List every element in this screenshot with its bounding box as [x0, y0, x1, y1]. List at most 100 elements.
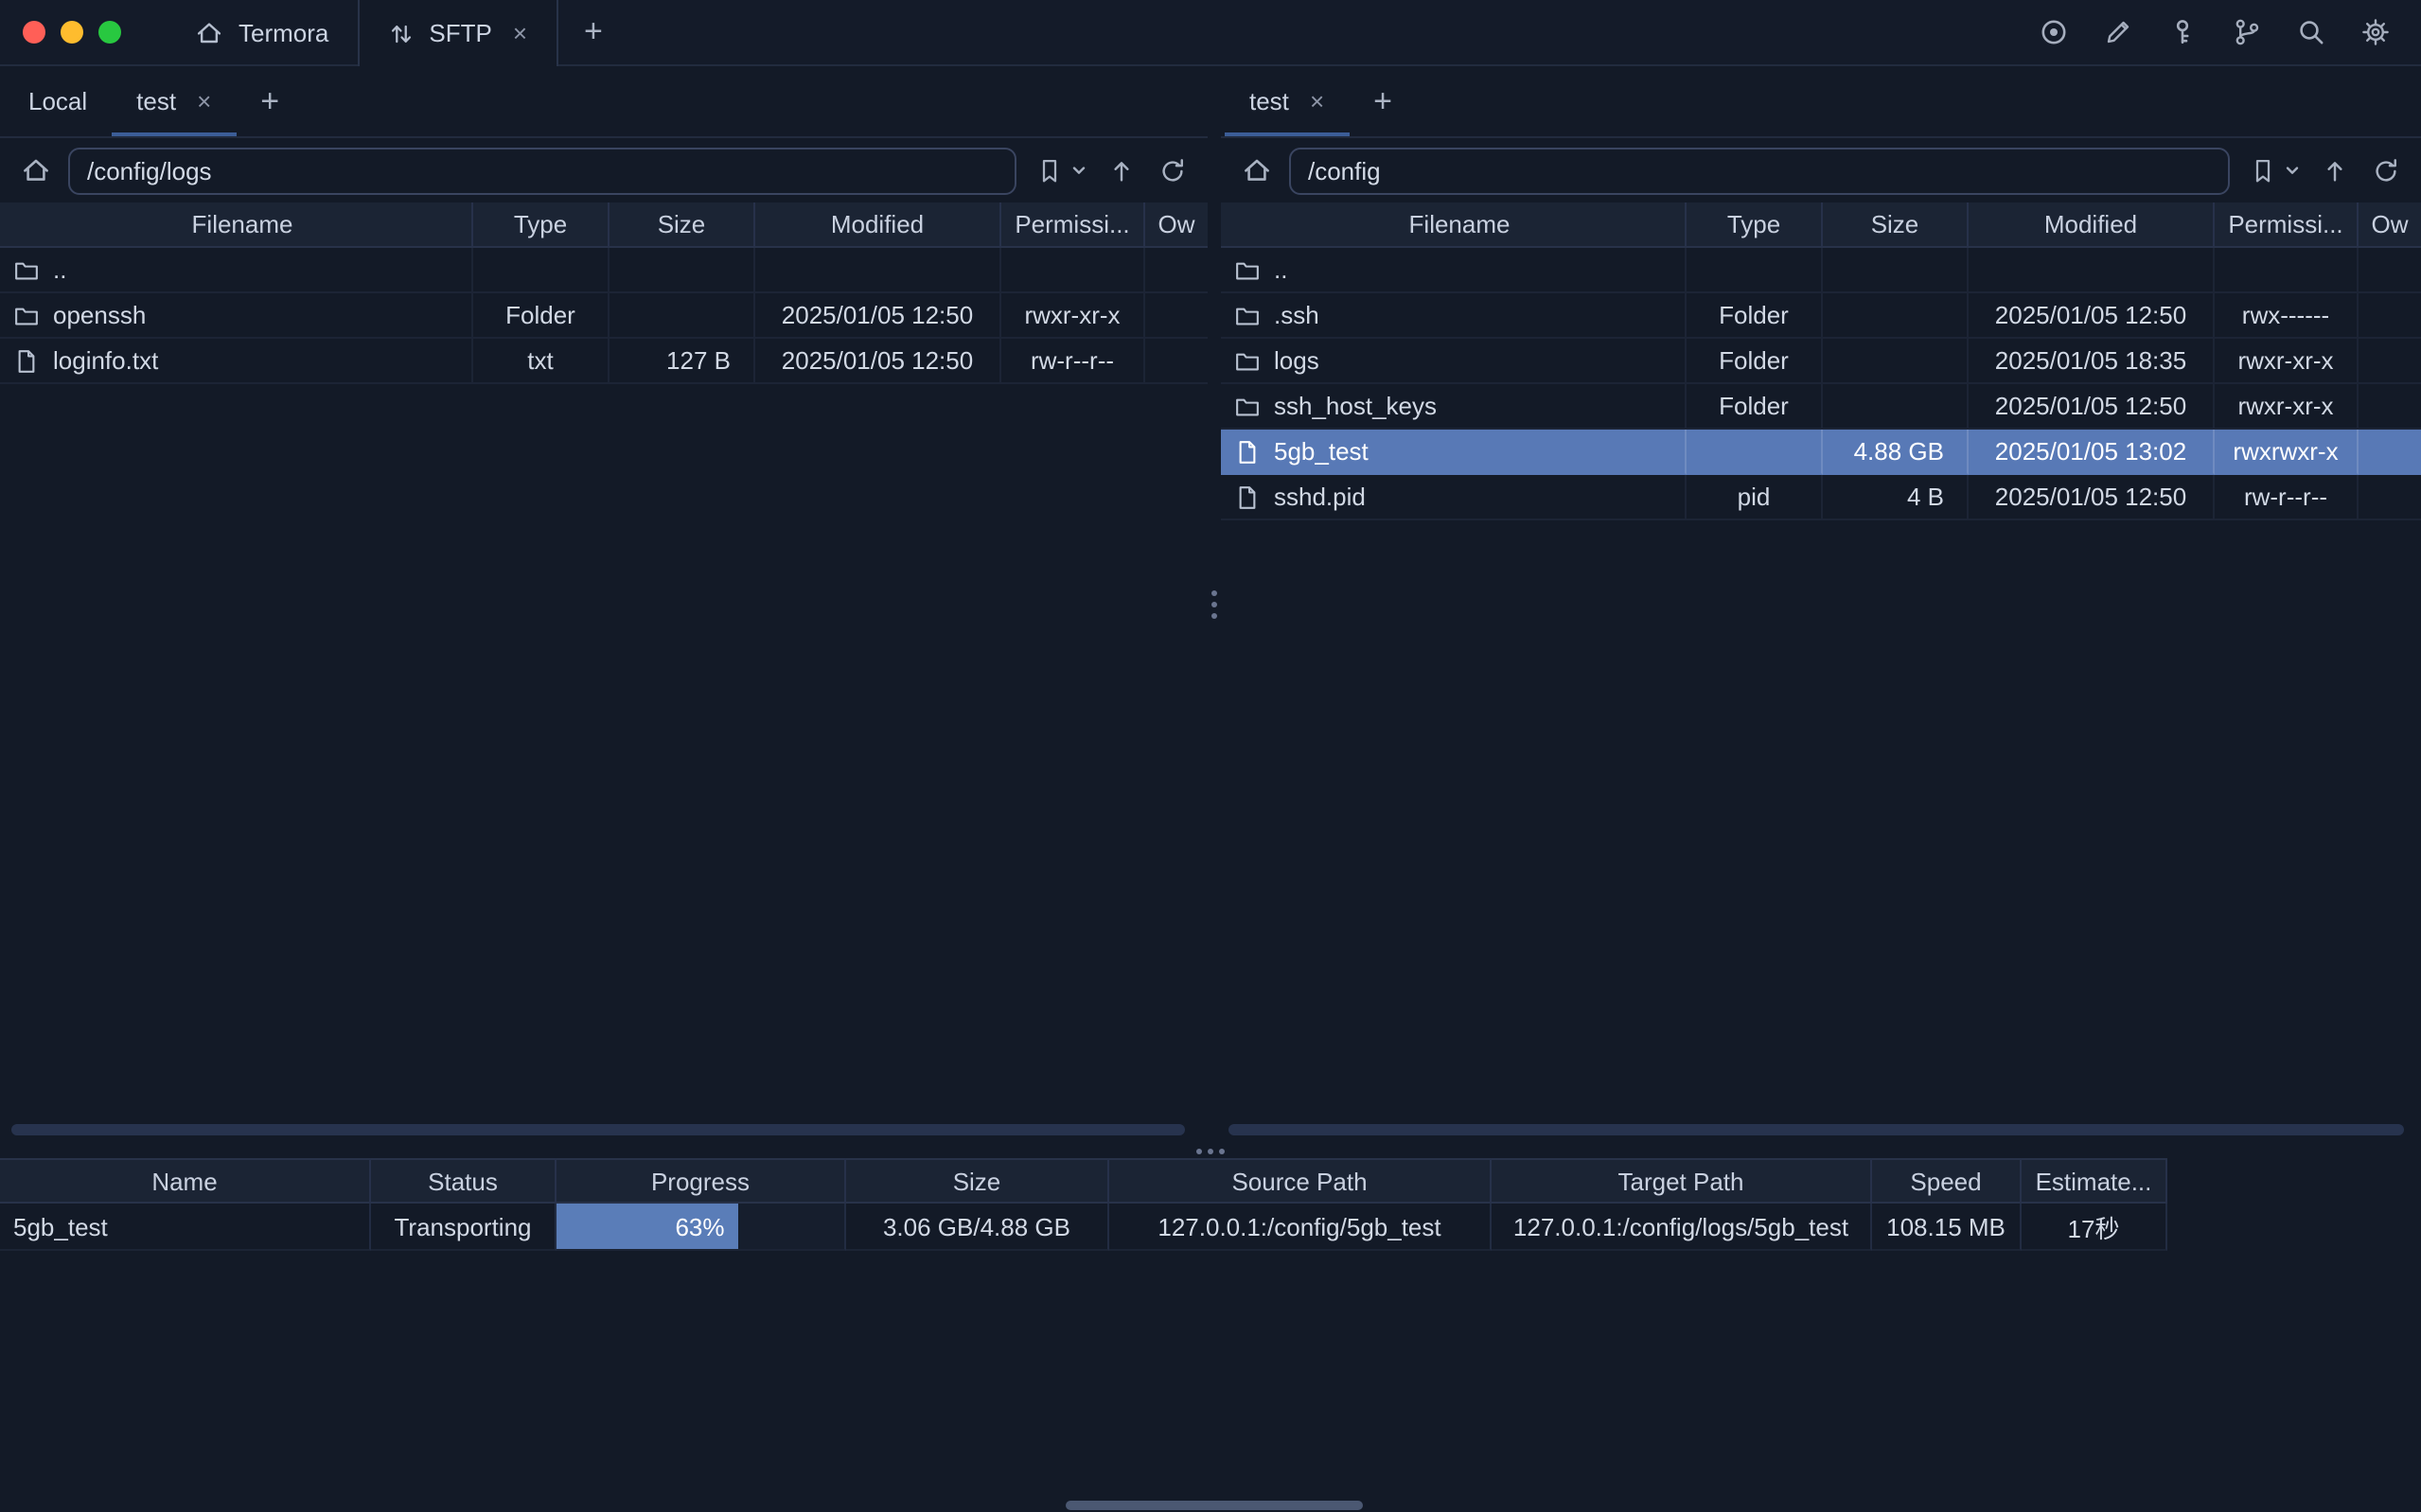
tab-sftp[interactable]: SFTP × [357, 0, 557, 66]
file-name: sshd.pid [1274, 483, 1366, 511]
path-input[interactable] [68, 147, 1016, 194]
home-button[interactable] [1238, 151, 1276, 189]
record-button[interactable] [2037, 15, 2071, 49]
refresh-button[interactable] [2366, 151, 2404, 189]
close-icon[interactable]: × [1310, 89, 1324, 114]
file-row[interactable]: .. [0, 248, 1208, 293]
type-cell: Folder [473, 293, 610, 339]
size-cell: 4.88 GB [1823, 430, 1969, 475]
horizontal-scrollbar[interactable] [1228, 1124, 2404, 1135]
size-cell [610, 293, 755, 339]
bookmark-button[interactable] [1030, 151, 1068, 189]
add-session-tab-button[interactable]: + [236, 66, 304, 136]
owner-cell [2359, 248, 2421, 293]
permissions-cell: rw-r--r-- [2215, 475, 2359, 520]
bookmark-button[interactable] [2243, 151, 2281, 189]
right-pane-tabs: test × + [1221, 66, 2421, 138]
transfer-column-name[interactable]: Name [0, 1158, 371, 1204]
column-header-type[interactable]: Type [1687, 202, 1823, 246]
file-row[interactable]: sshd.pid pid 4 B 2025/01/05 12:50 rw-r--… [1221, 475, 2421, 520]
modified-cell: 2025/01/05 12:50 [755, 293, 1001, 339]
key-manager-button[interactable] [2165, 15, 2200, 49]
minimize-window-button[interactable] [61, 21, 83, 44]
right-table-header: Filename Type Size Modified Permissi... … [1221, 202, 2421, 248]
transfer-column-speed[interactable]: Speed [1872, 1158, 2022, 1204]
refresh-icon [1157, 156, 1186, 185]
permissions-cell [2215, 248, 2359, 293]
file-icon [1234, 438, 1261, 465]
column-header-modified[interactable]: Modified [1969, 202, 2215, 246]
edit-button[interactable] [2101, 15, 2135, 49]
home-icon [21, 155, 51, 185]
permissions-cell: rwx------ [2215, 293, 2359, 339]
file-row[interactable]: logs Folder 2025/01/05 18:35 rwxr-xr-x [1221, 339, 2421, 384]
column-header-filename[interactable]: Filename [0, 202, 473, 246]
right-file-pane: test × + Filename Type Size Modifie [1221, 66, 2421, 1143]
branch-icon [2232, 17, 2262, 47]
file-row[interactable]: openssh Folder 2025/01/05 12:50 rwxr-xr-… [0, 293, 1208, 339]
tab-test-right[interactable]: test × [1225, 66, 1349, 136]
tab-local[interactable]: Local [4, 66, 112, 136]
column-header-permissions[interactable]: Permissi... [2215, 202, 2359, 246]
close-window-button[interactable] [23, 21, 45, 44]
modified-cell: 2025/01/05 12:50 [1969, 384, 2215, 430]
key-icon [2167, 17, 2198, 47]
pane-splitter[interactable] [1208, 66, 1221, 1143]
permissions-cell [1001, 248, 1145, 293]
filename-cell: openssh [0, 293, 473, 339]
file-row[interactable]: .ssh Folder 2025/01/05 12:50 rwx------ [1221, 293, 2421, 339]
column-header-modified[interactable]: Modified [755, 202, 1001, 246]
file-row[interactable]: loginfo.txt txt 127 B 2025/01/05 12:50 r… [0, 339, 1208, 384]
transfer-column-source-path[interactable]: Source Path [1109, 1158, 1492, 1204]
refresh-button[interactable] [1153, 151, 1191, 189]
parent-directory-button[interactable] [1102, 151, 1140, 189]
titlebar-spacer [629, 0, 2037, 64]
horizontal-scrollbar[interactable] [11, 1124, 1185, 1135]
transfer-column-status[interactable]: Status [371, 1158, 557, 1204]
column-header-permissions[interactable]: Permissi... [1001, 202, 1145, 246]
transfer-column-progress[interactable]: Progress [557, 1158, 846, 1204]
file-row[interactable]: ssh_host_keys Folder 2025/01/05 12:50 rw… [1221, 384, 2421, 430]
column-header-filename[interactable]: Filename [1221, 202, 1687, 246]
home-button[interactable] [17, 151, 55, 189]
add-session-tab-button[interactable]: + [1349, 66, 1417, 136]
parent-directory-button[interactable] [2315, 151, 2353, 189]
settings-button[interactable] [2359, 15, 2393, 49]
bookmark-dropdown-button[interactable] [1069, 151, 1088, 189]
bookmark-control [2243, 151, 2302, 189]
transfer-column-size[interactable]: Size [846, 1158, 1109, 1204]
file-row[interactable]: .. [1221, 248, 2421, 293]
tab-termora[interactable]: Termora [167, 0, 357, 64]
close-icon[interactable]: × [513, 21, 527, 45]
owner-cell [2359, 293, 2421, 339]
close-icon[interactable]: × [197, 89, 211, 114]
column-header-type[interactable]: Type [473, 202, 610, 246]
bookmark-control [1030, 151, 1088, 189]
transfer-column-estimate[interactable]: Estimate... [2022, 1158, 2167, 1204]
type-cell: Folder [1687, 384, 1823, 430]
bookmark-dropdown-button[interactable] [2283, 151, 2302, 189]
type-cell: Folder [1687, 293, 1823, 339]
branch-button[interactable] [2230, 15, 2264, 49]
transfer-scrollbar[interactable] [1066, 1501, 1363, 1510]
size-cell [1823, 293, 1969, 339]
transfer-row[interactable]: 5gb_test Transporting 63% 3.06 GB/4.88 G… [0, 1204, 2421, 1251]
transfer-column-target-path[interactable]: Target Path [1492, 1158, 1872, 1204]
path-input[interactable] [1289, 147, 2230, 194]
column-header-size[interactable]: Size [1823, 202, 1969, 246]
zoom-window-button[interactable] [98, 21, 121, 44]
window-controls [0, 0, 144, 64]
transfer-splitter[interactable] [0, 1143, 2421, 1158]
file-row-selected[interactable]: 5gb_test 4.88 GB 2025/01/05 13:02 rwxrwx… [1221, 430, 2421, 475]
column-header-owner[interactable]: Ow [2359, 202, 2421, 246]
column-header-owner[interactable]: Ow [1145, 202, 1208, 246]
tab-test-left[interactable]: test × [112, 66, 236, 136]
file-name: .. [1274, 255, 1287, 284]
column-header-size[interactable]: Size [610, 202, 755, 246]
size-cell [1823, 339, 1969, 384]
search-button[interactable] [2294, 15, 2328, 49]
new-app-tab-button[interactable]: + [557, 0, 629, 64]
chevron-down-icon [2285, 163, 2300, 178]
filename-cell: .ssh [1221, 293, 1687, 339]
folder-icon [13, 302, 40, 328]
